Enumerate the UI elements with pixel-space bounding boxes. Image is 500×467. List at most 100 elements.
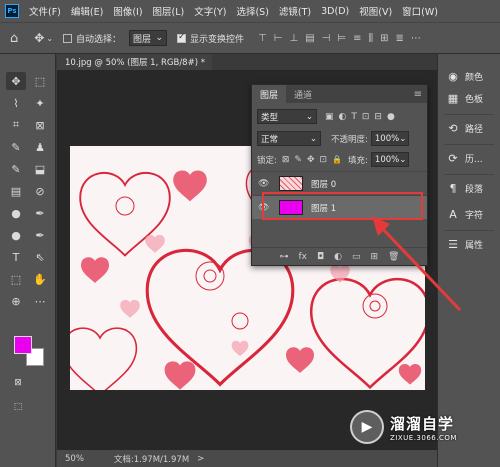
eraser-tool-icon[interactable]: ⊘ <box>30 182 50 200</box>
lock-row: 锁定: ⊠ ✎ ✥ ⊡ 🔒 填充: 100% ⌄ <box>252 152 427 167</box>
menu-select[interactable]: 选择(S) <box>236 4 268 18</box>
menu-filter[interactable]: 滤镜(T) <box>279 4 311 18</box>
lock-artboard-icon[interactable]: ⊡ <box>320 155 328 165</box>
move-tool-icon[interactable]: ✥ <box>6 72 26 90</box>
tab-layers[interactable]: 图层 <box>252 85 287 103</box>
align-right-icon[interactable]: ⊨ <box>337 33 346 44</box>
healing-brush-tool-icon[interactable]: ♟ <box>30 138 50 156</box>
document-tab[interactable]: 10.jpg @ 50% (图层 1, RGB/8#) * × <box>57 54 218 70</box>
panel-history[interactable]: ⟳ 历... <box>446 152 482 165</box>
eye-icon[interactable]: 👁 <box>258 179 272 189</box>
hand-tool-icon[interactable]: ✋ <box>30 270 50 288</box>
auto-select-dropdown[interactable]: 图层 ⌄ <box>129 30 168 46</box>
panel-paragraph-label: 段落 <box>465 185 484 195</box>
blur-tool-icon[interactable]: ✒ <box>30 204 50 222</box>
panel-divider <box>444 174 494 175</box>
blend-mode-dropdown[interactable]: 正常 ⌄ <box>257 131 321 146</box>
pen-tool-icon[interactable]: ✒ <box>30 226 50 244</box>
home-icon[interactable]: ⌂ <box>10 31 18 46</box>
more-options-icon[interactable]: ⋯ <box>411 33 421 44</box>
edit-toolbar-icon[interactable]: ⋯ <box>30 292 50 310</box>
menu-file[interactable]: 文件(F) <box>29 4 61 18</box>
fill-value: 100% <box>374 154 400 165</box>
clone-stamp-tool-icon[interactable]: ⬓ <box>30 160 50 178</box>
opacity-value: 100% <box>374 133 400 144</box>
zoom-level[interactable]: 50% <box>65 454 84 464</box>
align-top-icon[interactable]: ⊤ <box>258 33 267 44</box>
lock-all-icon[interactable]: 🔒 <box>332 155 342 164</box>
status-expand-icon[interactable]: > <box>197 454 204 464</box>
lock-transparent-icon[interactable]: ⊠ <box>282 155 290 165</box>
tool-preset-dropdown-icon[interactable]: ⌄ <box>46 34 53 43</box>
rectangle-tool-icon[interactable]: ⬚ <box>6 270 26 288</box>
align-vcenter-icon[interactable]: ⊢ <box>274 33 283 44</box>
menu-edit[interactable]: 编辑(E) <box>71 4 103 18</box>
photoshop-logo: Ps <box>5 4 19 18</box>
distribute-h-icon[interactable]: ⫼ <box>369 33 374 44</box>
type-tool-icon[interactable]: T <box>6 248 26 266</box>
menu-image[interactable]: 图像(I) <box>113 4 142 18</box>
layer-name: 图层 0 <box>311 179 337 190</box>
panel-swatches[interactable]: ▦ 色板 <box>446 92 483 105</box>
brush-tool-icon[interactable]: ✎ <box>6 160 26 178</box>
zoom-tool-icon[interactable]: ⊕ <box>6 292 26 310</box>
move-tool-icon[interactable]: ✥ <box>34 31 44 45</box>
filter-smartobject-icon[interactable]: ⊟ <box>374 112 382 122</box>
panel-color[interactable]: ◉ 颜色 <box>446 70 483 83</box>
link-layers-icon[interactable]: ⊶ <box>280 252 289 262</box>
filter-shape-icon[interactable]: ⊡ <box>362 112 370 122</box>
crop-tool-icon[interactable]: ⌗ <box>6 116 26 134</box>
lasso-tool-icon[interactable]: ⌇ <box>6 94 26 112</box>
eyedropper-tool-icon[interactable]: ✎ <box>6 138 26 156</box>
history-brush-tool-icon[interactable]: ▤ <box>6 182 26 200</box>
panel-paths[interactable]: ⟲ 路径 <box>446 122 483 135</box>
add-mask-icon[interactable]: ◘ <box>317 252 324 262</box>
path-selection-tool-icon[interactable]: ⇖ <box>30 248 50 266</box>
adjustment-layer-icon[interactable]: ◐ <box>334 252 342 262</box>
tab-channels[interactable]: 通道 <box>286 85 320 103</box>
chevron-down-icon: ⌄ <box>305 111 313 122</box>
menu-3d[interactable]: 3D(D) <box>321 6 349 17</box>
menu-type[interactable]: 文字(Y) <box>194 4 226 18</box>
blend-row: 正常 ⌄ 不透明度: 100% ⌄ <box>252 131 427 146</box>
layer-filter-dropdown[interactable]: 类型 ⌄ <box>257 109 317 124</box>
fx-icon[interactable]: fx <box>299 252 308 262</box>
auto-select-checkbox[interactable] <box>63 33 73 43</box>
align-left-icon[interactable]: ▤ <box>305 33 314 44</box>
panel-menu-icon[interactable]: ≡ <box>414 85 422 103</box>
menu-layer[interactable]: 图层(L) <box>153 4 185 18</box>
lock-label: 锁定: <box>257 155 277 166</box>
frame-tool-icon[interactable]: ⊠ <box>30 116 50 134</box>
filter-adjustment-icon[interactable]: ◐ <box>339 112 347 122</box>
dodge-tool-icon[interactable]: ● <box>6 226 26 244</box>
menu-window[interactable]: 窗口(W) <box>402 4 438 18</box>
filter-type-icon[interactable]: T <box>351 112 357 122</box>
align-bottom-icon[interactable]: ⊥ <box>290 33 299 44</box>
layer-thumbnail <box>279 176 303 191</box>
filter-pixel-icon[interactable]: ▣ <box>325 112 334 122</box>
opacity-field[interactable]: 100% ⌄ <box>370 131 409 146</box>
fill-field[interactable]: 100% ⌄ <box>370 152 409 167</box>
magic-wand-tool-icon[interactable]: ✦ <box>30 94 50 112</box>
distribute-spacing-icon[interactable]: ≣ <box>396 33 404 44</box>
lock-position-icon[interactable]: ✥ <box>307 155 315 165</box>
distribute-icon[interactable]: ≡ <box>353 33 361 44</box>
layer-filter-row: 类型 ⌄ ▣ ◐ T ⊡ ⊟ ● <box>252 109 427 124</box>
foreground-color-swatch[interactable] <box>14 336 32 354</box>
distribute-v-icon[interactable]: ⊞ <box>380 33 388 44</box>
filter-toggle-icon[interactable]: ● <box>387 112 395 122</box>
document-info: 文档:1.97M/1.97M <box>113 454 190 465</box>
menu-view[interactable]: 视图(V) <box>359 4 392 18</box>
align-hcenter-icon[interactable]: ⊣ <box>322 33 331 44</box>
watermark-text: 溜溜自学 ZIXUE.3066.COM <box>390 413 457 442</box>
marquee-tool-icon[interactable]: ⬚ <box>30 72 50 90</box>
panel-color-label: 颜色 <box>465 73 484 83</box>
gradient-tool-icon[interactable]: ● <box>6 204 26 222</box>
menu-bar: Ps 文件(F) 编辑(E) 图像(I) 图层(L) 文字(Y) 选择(S) 滤… <box>0 0 500 22</box>
quick-mask-icon[interactable]: ⊠ <box>8 374 28 392</box>
screen-mode-icon[interactable]: ⬚ <box>8 398 28 416</box>
show-transform-controls-checkbox[interactable] <box>177 32 187 43</box>
lock-image-icon[interactable]: ✎ <box>294 155 302 165</box>
panel-paragraph[interactable]: ¶ 段落 <box>446 182 484 195</box>
paths-icon: ⟲ <box>448 122 458 135</box>
